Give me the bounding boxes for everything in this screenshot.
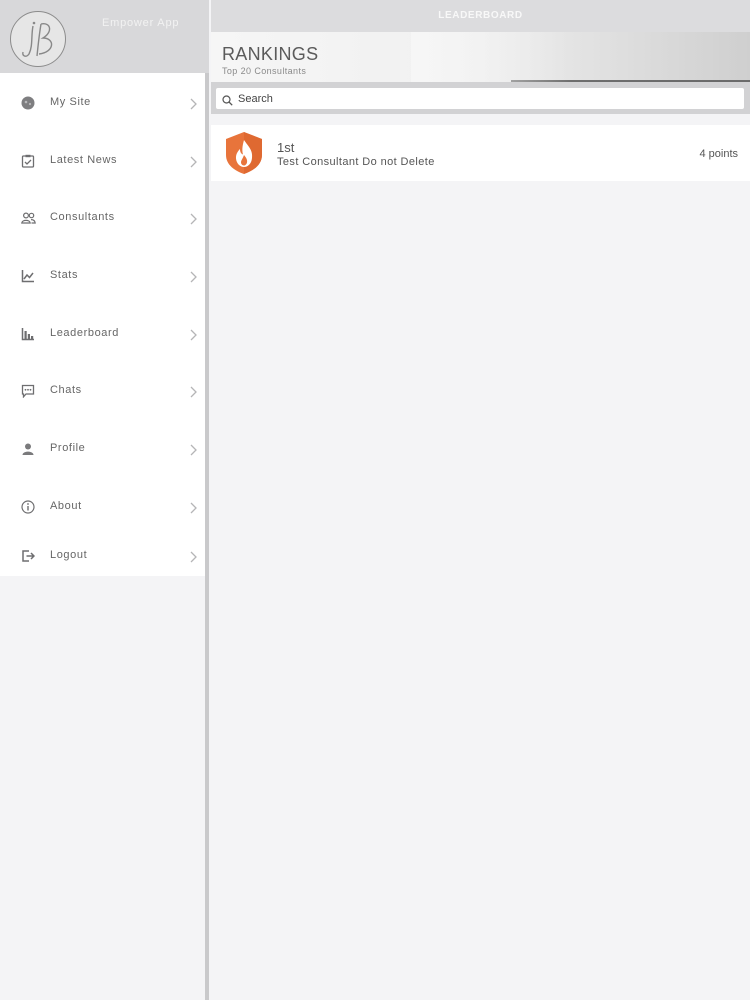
search-icon: [222, 93, 233, 106]
search-field[interactable]: [216, 88, 744, 109]
app-logo: [10, 11, 66, 67]
sidebar-item-label: Stats: [50, 269, 79, 281]
chevron-right-icon: [189, 443, 198, 456]
sidebar-item-label: Latest News: [50, 154, 118, 166]
info-icon: [20, 499, 36, 515]
sidebar-item-logout[interactable]: Logout: [0, 536, 205, 576]
chevron-right-icon: [189, 550, 198, 563]
people-icon: [20, 210, 36, 226]
navbar: LEADERBOARD: [211, 0, 750, 32]
search-bar: [211, 82, 750, 114]
sidebar-item-label: Leaderboard: [50, 327, 119, 339]
ranking-row[interactable]: 1st Test Consultant Do not Delete 4 poin…: [211, 125, 750, 181]
chevron-right-icon: [189, 501, 198, 514]
chevron-right-icon: [189, 385, 198, 398]
search-input[interactable]: [238, 91, 728, 106]
sidebar-item-consultants[interactable]: Consultants: [0, 198, 205, 238]
sidebar-header: Empower App: [0, 0, 209, 73]
sidebar-divider: [205, 73, 209, 1000]
sidebar-item-label: Profile: [50, 442, 86, 454]
side-menu: My Site Latest News Consultants Stats Le…: [0, 73, 205, 576]
user-icon: [20, 441, 36, 457]
sidebar-item-label: Chats: [50, 384, 82, 396]
ranking-points: 4 points: [699, 148, 738, 160]
globe-icon: [20, 95, 36, 111]
sidebar-item-label: My Site: [50, 96, 91, 108]
chevron-right-icon: [189, 212, 198, 225]
sidebar-item-profile[interactable]: Profile: [0, 429, 205, 469]
sidebar-item-leaderboard[interactable]: Leaderboard: [0, 314, 205, 354]
sidebar-item-label: Consultants: [50, 211, 115, 223]
sidebar-item-chats[interactable]: Chats: [0, 371, 205, 411]
consultant-name: Test Consultant Do not Delete: [277, 156, 435, 168]
clipboard-icon: [20, 153, 36, 169]
sidebar-item-label: Logout: [50, 549, 88, 561]
line-chart-icon: [20, 268, 36, 284]
app-name: Empower App: [102, 17, 180, 29]
main-content: LEADERBOARD RANKINGS Top 20 Consultants …: [211, 0, 750, 1000]
sidebar-item-latest-news[interactable]: Latest News: [0, 141, 205, 181]
sidebar-item-stats[interactable]: Stats: [0, 256, 205, 296]
sidebar-item-label: About: [50, 500, 82, 512]
chevron-right-icon: [189, 155, 198, 168]
sidebar-item-my-site[interactable]: My Site: [0, 83, 205, 123]
chat-icon: [20, 383, 36, 399]
page-title: LEADERBOARD: [438, 10, 523, 21]
rankings-subtitle: Top 20 Consultants: [222, 66, 307, 76]
chevron-right-icon: [189, 270, 198, 283]
logout-icon: [20, 548, 36, 564]
ranking-position: 1st: [277, 140, 295, 155]
chevron-right-icon: [189, 97, 198, 110]
chevron-right-icon: [189, 328, 198, 341]
sidebar: Empower App My Site Latest News Consulta…: [0, 0, 209, 1000]
flame-badge-icon: [224, 131, 264, 175]
sidebar-item-about[interactable]: About: [0, 487, 205, 527]
rankings-title: RANKINGS: [222, 44, 319, 64]
bar-chart-icon: [20, 326, 36, 342]
